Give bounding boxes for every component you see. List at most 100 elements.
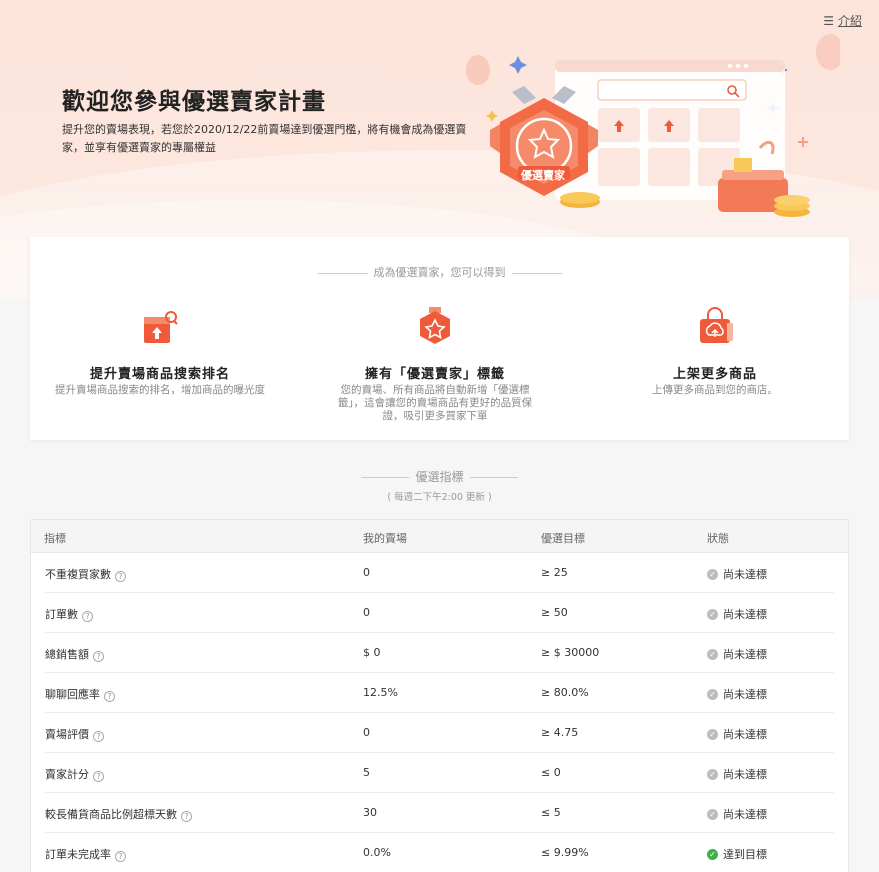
table-row: 訂單未完成率? 0.0% ≤ 9.99% ✓ 達到目標	[45, 833, 834, 872]
col-header-metric: 指標	[44, 532, 66, 545]
my-value: 12.5%	[363, 686, 398, 699]
metric-name: 賣場評價	[45, 728, 89, 741]
help-icon[interactable]: ?	[104, 691, 115, 702]
badge-label: 優選賣家	[521, 169, 565, 182]
status-text: 達到目標	[723, 848, 767, 861]
target-value: ≤ 0	[541, 766, 561, 779]
help-icon[interactable]: ?	[93, 771, 104, 782]
help-icon[interactable]: ?	[115, 851, 126, 862]
status-text: 尚未達標	[723, 648, 767, 661]
metric-name-cell: 不重複買家數?	[45, 566, 126, 582]
star-badge-icon	[420, 307, 450, 344]
help-icon[interactable]: ?	[93, 651, 104, 662]
status-badge: ✓ 尚未達標	[707, 646, 767, 662]
benefit-item: 提升賣場商品搜索排名 提升賣場商品搜索的排名，增加商品的曝光度	[35, 307, 285, 397]
col-header-mine: 我的賣場	[363, 532, 407, 545]
my-value: 5	[363, 766, 370, 779]
benefits-heading: 成為優選賣家，您可以得到	[30, 264, 849, 280]
table-row: 訂單數? 0 ≥ 50 ✓ 尚未達標	[45, 593, 834, 633]
benefit-item: 上架更多商品 上傳更多商品到您的商店。	[590, 307, 840, 397]
my-value: 0	[363, 606, 370, 619]
target-value: ≥ $ 30000	[541, 646, 600, 659]
help-icon[interactable]: ?	[82, 611, 93, 622]
pending-circle-icon: ✓	[707, 808, 718, 820]
target-value: ≥ 50	[541, 606, 568, 619]
status-badge: ✓ 達到目標	[707, 846, 767, 862]
metric-name-cell: 聊聊回應率?	[45, 686, 115, 702]
col-header-status: 狀態	[707, 532, 729, 545]
my-value: 30	[363, 806, 377, 819]
status-badge: ✓ 尚未達標	[707, 566, 767, 582]
upload-bag-icon	[700, 307, 733, 343]
benefits-card: 成為優選賣家，您可以得到 提升賣場商品搜索排名 提升賣場商品搜索的排名，增加商品…	[30, 237, 849, 440]
intro-link-label: 介紹	[837, 14, 862, 28]
pending-circle-icon: ✓	[707, 688, 718, 700]
metric-name-cell: 訂單未完成率?	[45, 846, 126, 862]
status-text: 尚未達標	[723, 688, 767, 701]
status-text: 尚未達標	[723, 568, 767, 581]
intro-link[interactable]: ☰ 介紹	[823, 12, 862, 29]
status-text: 尚未達標	[723, 608, 767, 621]
metric-name-cell: 較長備貨商品比例超標天數?	[45, 806, 192, 822]
metric-name-cell: 訂單數?	[45, 606, 93, 622]
metric-name-cell: 賣場評價?	[45, 726, 104, 742]
my-value: 0	[363, 726, 370, 739]
status-text: 尚未達標	[723, 728, 767, 741]
target-value: ≥ 25	[541, 566, 568, 579]
benefit-desc: 提升賣場商品搜索的排名，增加商品的曝光度	[55, 384, 265, 396]
pending-circle-icon: ✓	[707, 568, 718, 580]
metric-name: 賣家計分	[45, 768, 89, 781]
pending-circle-icon: ✓	[707, 768, 718, 780]
target-value: ≥ 4.75	[541, 726, 579, 739]
benefit-desc: 您的賣場、所有商品將自動新增「優選標籤」，這會讓您的賣場商品有更好的品質保證，吸…	[337, 384, 533, 422]
status-badge: ✓ 尚未達標	[707, 686, 767, 702]
help-icon[interactable]: ?	[181, 811, 192, 822]
table-row: 聊聊回應率? 12.5% ≥ 80.0% ✓ 尚未達標	[45, 673, 834, 713]
benefit-item: 擁有「優選賣家」標籤 您的賣場、所有商品將自動新增「優選標籤」，這會讓您的賣場商…	[310, 307, 560, 423]
table-row: 賣場評價? 0 ≥ 4.75 ✓ 尚未達標	[45, 713, 834, 753]
metric-name: 訂單未完成率	[45, 848, 111, 861]
target-value: ≥ 80.0%	[541, 686, 589, 699]
benefit-title: 提升賣場商品搜索排名	[89, 367, 230, 382]
pending-circle-icon: ✓	[707, 648, 718, 660]
col-header-target: 優選目標	[541, 532, 585, 545]
benefit-title: 上架更多商品	[672, 367, 757, 382]
benefits-heading-text: 成為優選賣家，您可以得到	[373, 266, 506, 279]
check-circle-icon: ✓	[707, 848, 718, 860]
metric-name: 總銷售額	[45, 648, 89, 661]
status-badge: ✓ 尚未達標	[707, 806, 767, 822]
table-row: 不重複買家數? 0 ≥ 25 ✓ 尚未達標	[45, 553, 834, 593]
help-icon[interactable]: ?	[115, 571, 126, 582]
list-icon: ☰	[823, 13, 834, 28]
pending-circle-icon: ✓	[707, 728, 718, 740]
page-title: 歡迎您參與優選賣家計畫	[62, 89, 326, 115]
metrics-heading: 優選指標	[0, 468, 879, 485]
my-value: 0.0%	[363, 846, 391, 859]
metric-name-cell: 總銷售額?	[45, 646, 104, 662]
status-badge: ✓ 尚未達標	[707, 606, 767, 622]
help-icon[interactable]: ?	[93, 731, 104, 742]
status-badge: ✓ 尚未達標	[707, 726, 767, 742]
pending-circle-icon: ✓	[707, 608, 718, 620]
status-text: 尚未達標	[723, 768, 767, 781]
benefit-title: 擁有「優選賣家」標籤	[364, 367, 505, 382]
status-badge: ✓ 尚未達標	[707, 766, 767, 782]
metric-name: 不重複買家數	[45, 568, 111, 581]
metrics-heading-text: 優選指標	[415, 470, 464, 484]
my-value: 0	[363, 566, 370, 579]
table-row: 賣家計分? 5 ≤ 0 ✓ 尚未達標	[45, 753, 834, 793]
metric-name: 訂單數	[45, 608, 78, 621]
status-text: 尚未達標	[723, 808, 767, 821]
hero-illustration-icon	[466, 34, 840, 217]
table-row: 總銷售額? $ 0 ≥ $ 30000 ✓ 尚未達標	[45, 633, 834, 673]
table-row: 較長備貨商品比例超標天數? 30 ≤ 5 ✓ 尚未達標	[45, 793, 834, 833]
target-value: ≤ 9.99%	[541, 846, 589, 859]
metric-name-cell: 賣家計分?	[45, 766, 104, 782]
table-header: 指標 我的賣場 優選目標 狀態	[31, 520, 848, 553]
metrics-table: 指標 我的賣場 優選目標 狀態 不重複買家數? 0 ≥ 25 ✓ 尚未達標 訂單數? 0 ≥ …	[30, 519, 849, 872]
target-value: ≤ 5	[541, 806, 561, 819]
benefit-desc: 上傳更多商品到您的商店。	[652, 384, 778, 396]
metric-name: 聊聊回應率	[45, 688, 100, 701]
metric-name: 較長備貨商品比例超標天數	[45, 808, 177, 821]
metrics-update-note: ( 每週二下午2:00 更新 )	[387, 492, 492, 503]
